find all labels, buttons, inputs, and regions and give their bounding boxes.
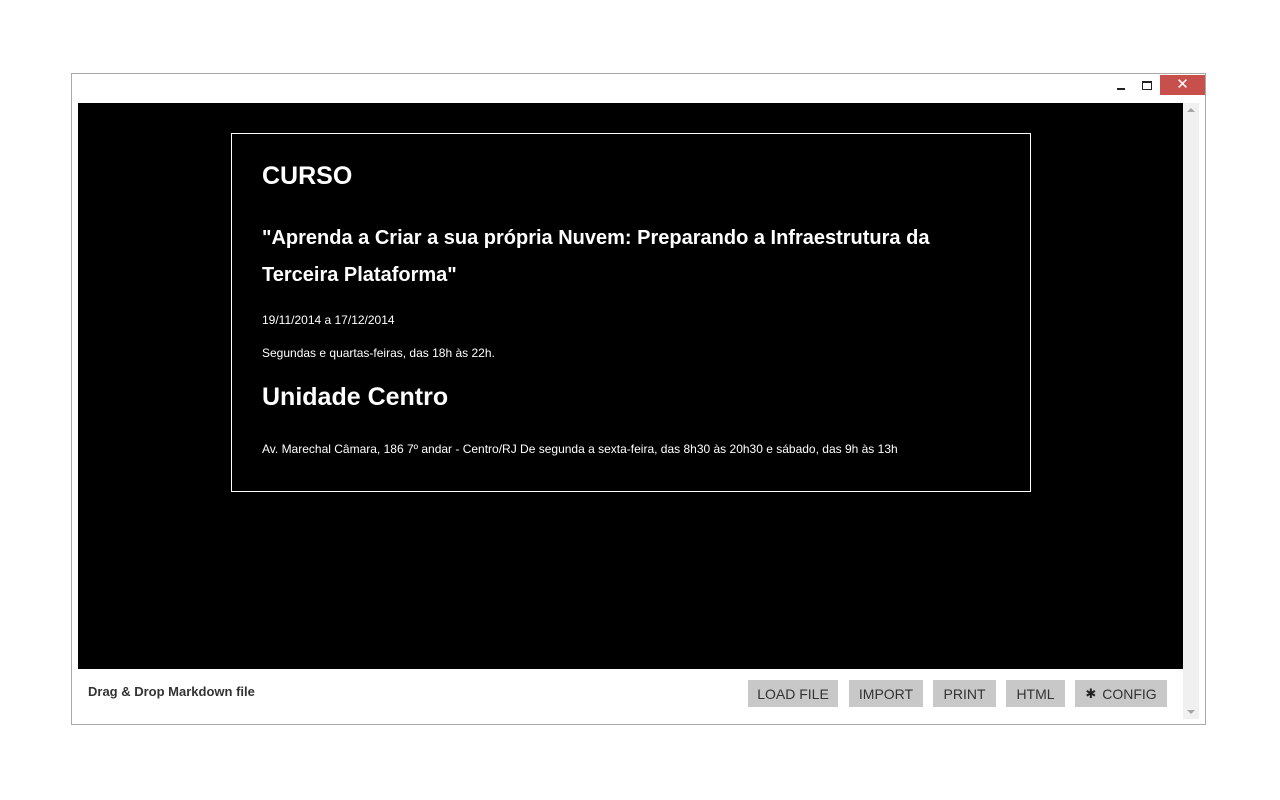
vertical-scrollbar[interactable] (1183, 103, 1199, 719)
course-title: "Aprenda a Criar a sua própria Nuvem: Pr… (262, 227, 930, 286)
course-schedule: Segundas e quartas-feiras, das 18h às 22… (262, 346, 495, 360)
config-button[interactable]: ✱ CONFIG (1075, 680, 1167, 707)
arrow-up-icon (1187, 108, 1195, 112)
close-icon: ✕ (1176, 76, 1189, 93)
import-button[interactable]: IMPORT (849, 680, 923, 707)
minimize-button[interactable] (1110, 75, 1132, 95)
scroll-down-button[interactable] (1183, 705, 1199, 719)
config-label: CONFIG (1102, 685, 1157, 702)
location-address: Av. Marechal Câmara, 186 7º andar - Cent… (262, 442, 898, 456)
title-bar[interactable]: ✕ (72, 74, 1205, 103)
app-window: ✕ CURSO "Aprenda a Criar a sua própria N… (71, 73, 1206, 725)
load-file-button[interactable]: LOAD FILE (748, 680, 838, 707)
close-button[interactable]: ✕ (1160, 75, 1205, 95)
html-button[interactable]: HTML (1006, 680, 1065, 707)
minimize-icon (1117, 88, 1125, 90)
scroll-up-button[interactable] (1183, 103, 1199, 117)
markdown-preview: CURSO "Aprenda a Criar a sua própria Nuv… (78, 103, 1183, 669)
arrow-down-icon (1187, 710, 1195, 714)
document-card: CURSO "Aprenda a Criar a sua própria Nuv… (231, 133, 1031, 492)
print-button[interactable]: PRINT (933, 680, 996, 707)
maximize-button[interactable] (1136, 75, 1158, 95)
drop-zone-hint[interactable]: Drag & Drop Markdown file (88, 684, 255, 699)
course-dates: 19/11/2014 a 17/12/2014 (262, 313, 395, 327)
maximize-icon (1142, 80, 1152, 90)
footer-toolbar: Drag & Drop Markdown file LOAD FILE IMPO… (78, 669, 1183, 719)
document-heading: CURSO (262, 162, 353, 190)
config-icon: ✱ (1085, 685, 1097, 701)
location-heading: Unidade Centro (262, 383, 449, 411)
